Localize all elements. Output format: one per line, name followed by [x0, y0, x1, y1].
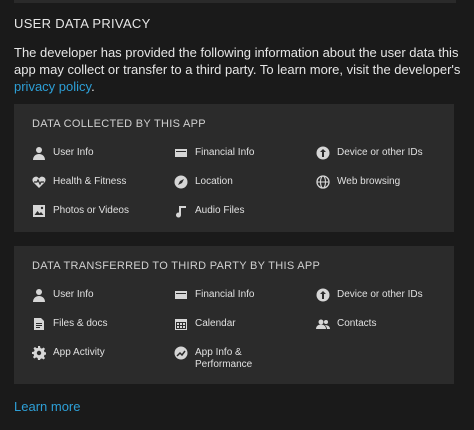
transferred-item-label: User Info [53, 289, 94, 300]
learn-more-link[interactable]: Learn more [14, 399, 80, 414]
device-id-icon [316, 288, 330, 302]
collected-item-label: Audio Files [195, 205, 245, 216]
description-text: The developer has provided the following… [14, 45, 461, 77]
collected-item-financial-info: Financial Info [174, 146, 254, 160]
calendar-icon [174, 317, 188, 331]
transferred-item-files: Files & docs [32, 317, 107, 331]
user-icon [32, 146, 46, 160]
transferred-item-calendar: Calendar [174, 317, 236, 331]
data-transferred-card: DATA TRANSFERRED TO THIRD PARTY BY THIS … [14, 246, 454, 384]
collected-item-web-browsing: Web browsing [316, 175, 400, 189]
top-divider [14, 0, 456, 3]
transferred-item-app-activity: App Activity [32, 346, 105, 360]
collected-item-health: Health & Fitness [32, 175, 126, 189]
transferred-item-label: App Activity [53, 347, 105, 358]
privacy-policy-link[interactable]: privacy policy [14, 79, 91, 94]
data-collected-title: DATA COLLECTED BY THIS APP [32, 118, 206, 130]
transferred-item-label: Calendar [195, 318, 236, 329]
collected-item-label: Device or other IDs [337, 147, 423, 158]
transferred-item-financial-info: Financial Info [174, 288, 254, 302]
collected-item-label: Photos or Videos [53, 205, 129, 216]
gear-icon [32, 346, 46, 360]
collected-item-label: Financial Info [195, 147, 255, 158]
data-transferred-title: DATA TRANSFERRED TO THIRD PARTY BY THIS … [32, 260, 321, 272]
device-id-icon [316, 146, 330, 160]
globe-icon [316, 175, 330, 189]
collected-item-label: Web browsing [337, 176, 401, 187]
card-icon [174, 146, 188, 160]
description: The developer has provided the following… [14, 44, 466, 95]
collected-item-photos: Photos or Videos [32, 204, 129, 218]
image-icon [32, 204, 46, 218]
collected-item-location: Location [174, 175, 233, 189]
transferred-item-app-info: App Info & Performance [174, 346, 284, 371]
collected-item-label: Health & Fitness [53, 176, 127, 187]
performance-icon [174, 346, 188, 360]
data-collected-card: DATA COLLECTED BY THIS APP User Info Fin… [14, 104, 454, 232]
collected-item-label: User Info [53, 147, 94, 158]
transferred-item-user-info: User Info [32, 288, 94, 302]
transferred-item-contacts: Contacts [316, 317, 376, 331]
transferred-item-label: Files & docs [53, 318, 108, 329]
collected-item-audio: Audio Files [174, 204, 244, 218]
transferred-item-label: Device or other IDs [337, 289, 423, 300]
compass-icon [174, 175, 188, 189]
collected-item-user-info: User Info [32, 146, 94, 160]
collected-item-label: Location [195, 176, 233, 187]
user-icon [32, 288, 46, 302]
music-icon [174, 204, 188, 218]
card-icon [174, 288, 188, 302]
transferred-item-label: App Info & Performance [195, 347, 253, 370]
transferred-item-device-ids: Device or other IDs [316, 288, 423, 302]
transferred-item-label: Financial Info [195, 289, 255, 300]
contacts-icon [316, 317, 330, 331]
transferred-item-label: Contacts [337, 318, 377, 329]
heart-icon [32, 175, 46, 189]
page-title: USER DATA PRIVACY [14, 16, 151, 31]
description-suffix: . [91, 79, 95, 94]
collected-item-device-ids: Device or other IDs [316, 146, 423, 160]
file-icon [32, 317, 46, 331]
